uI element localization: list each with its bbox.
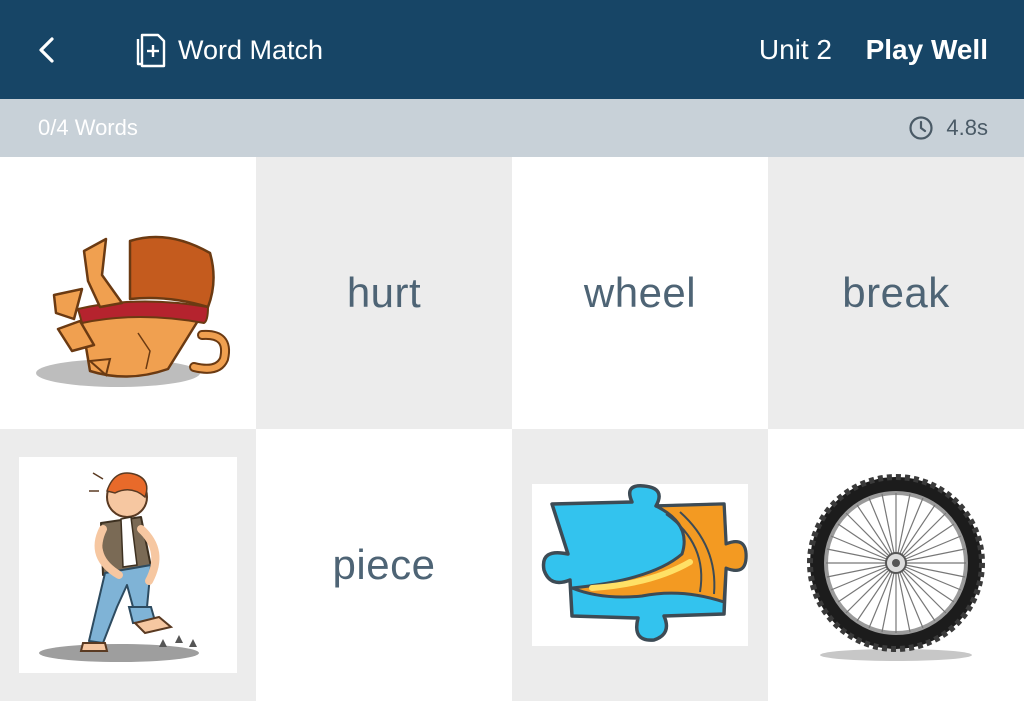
hurt-foot-man-image <box>19 457 237 673</box>
word-label: piece <box>332 541 436 588</box>
timer: 4.8s <box>908 114 988 142</box>
timer-value: 4.8s <box>946 115 988 140</box>
chevron-left-icon <box>39 37 54 63</box>
header-bar: Word Match Unit 2 Play Well <box>0 0 1024 99</box>
add-card-icon <box>130 30 170 70</box>
app-title: Word Match <box>178 35 324 65</box>
tile-image-bicycle-wheel[interactable] <box>768 429 1024 701</box>
match-grid: hurt wheel break piece <box>0 157 1024 701</box>
broken-cup-image <box>18 183 238 403</box>
word-label: break <box>842 269 950 316</box>
tile-word-wheel[interactable]: wheel <box>512 157 768 429</box>
tile-image-hurt-foot[interactable] <box>0 429 256 701</box>
tile-word-piece[interactable]: piece <box>256 429 512 701</box>
status-bar: 0/4 Words 4.8s <box>0 99 1024 157</box>
tile-word-hurt[interactable]: hurt <box>256 157 512 429</box>
tile-word-break[interactable]: break <box>768 157 1024 429</box>
tile-image-broken-cup[interactable] <box>0 157 256 429</box>
puzzle-piece-image <box>532 484 748 646</box>
level-label: Play Well <box>865 34 988 65</box>
words-progress: 0/4 Words <box>38 115 138 140</box>
word-label: wheel <box>583 269 697 316</box>
word-label: hurt <box>346 269 422 316</box>
clock-icon <box>909 116 934 140</box>
back-button[interactable] <box>28 30 68 70</box>
unit-label: Unit 2 <box>758 34 832 65</box>
tile-image-puzzle-piece[interactable] <box>512 429 768 701</box>
bicycle-wheel-image <box>796 465 996 665</box>
